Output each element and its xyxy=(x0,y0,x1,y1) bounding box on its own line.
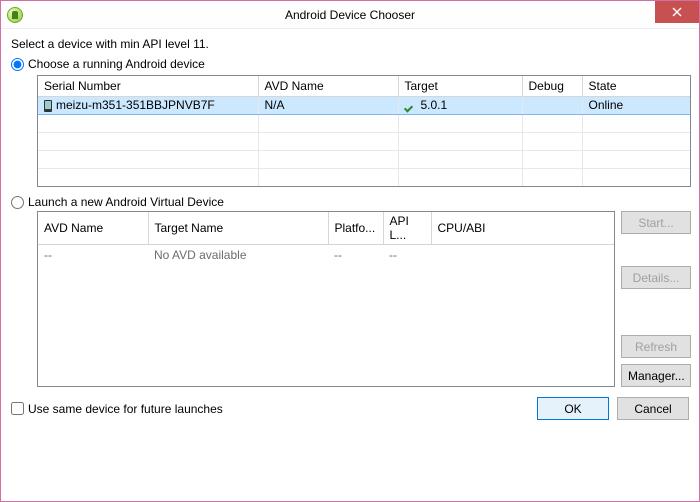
radio-launch-new-label: Launch a new Android Virtual Device xyxy=(28,195,224,209)
titlebar: Android Device Chooser xyxy=(1,1,699,29)
col-state[interactable]: State xyxy=(582,76,690,96)
radio-choose-running-input[interactable] xyxy=(11,58,24,71)
instruction-text: Select a device with min API level 11. xyxy=(11,37,691,51)
table-row[interactable] xyxy=(38,168,690,186)
avd-table-wrap: AVD Name Target Name Platfo... API L... … xyxy=(37,211,615,387)
table-row[interactable]: meizu-m351-351BBJPNVB7F N/A 5.0.1 Online xyxy=(38,96,690,114)
cell-avd: N/A xyxy=(258,96,398,114)
radio-choose-running[interactable]: Choose a running Android device xyxy=(11,57,691,71)
cell-target-name: No AVD available xyxy=(148,245,328,266)
use-same-device-input[interactable] xyxy=(11,402,24,415)
manager-button[interactable]: Manager... xyxy=(621,364,691,387)
table-row[interactable] xyxy=(38,132,690,150)
device-chooser-window: Android Device Chooser Select a device w… xyxy=(0,0,700,502)
start-button[interactable]: Start... xyxy=(621,211,691,234)
col-target-name[interactable]: Target Name xyxy=(148,212,328,245)
close-icon xyxy=(672,7,682,17)
check-icon xyxy=(405,101,417,111)
cell-serial: meizu-m351-351BBJPNVB7F xyxy=(38,96,258,114)
col-serial[interactable]: Serial Number xyxy=(38,76,258,96)
table-row[interactable]: -- No AVD available -- -- xyxy=(38,245,614,266)
details-button[interactable]: Details... xyxy=(621,266,691,289)
col-api-level[interactable]: API L... xyxy=(383,212,431,245)
cell-state: Online xyxy=(582,96,690,114)
window-title: Android Device Chooser xyxy=(1,8,699,22)
radio-launch-new[interactable]: Launch a new Android Virtual Device xyxy=(11,195,691,209)
radio-choose-running-label: Choose a running Android device xyxy=(28,57,205,71)
cell-api: -- xyxy=(383,245,431,266)
avd-table: AVD Name Target Name Platfo... API L... … xyxy=(38,212,614,265)
close-button[interactable] xyxy=(655,1,699,23)
running-devices-table-wrap: Serial Number AVD Name Target Debug Stat… xyxy=(37,75,691,187)
phone-icon xyxy=(44,100,52,112)
col-avd[interactable]: AVD Name xyxy=(258,76,398,96)
footer-buttons: OK Cancel xyxy=(537,397,689,420)
radio-launch-new-input[interactable] xyxy=(11,196,24,209)
dialog-footer: Use same device for future launches OK C… xyxy=(9,397,691,420)
table-row[interactable] xyxy=(38,150,690,168)
col-avd-name[interactable]: AVD Name xyxy=(38,212,148,245)
cell-serial-text: meizu-m351-351BBJPNVB7F xyxy=(56,98,215,112)
table-row[interactable] xyxy=(38,114,690,132)
android-app-icon xyxy=(7,7,23,23)
use-same-device-label: Use same device for future launches xyxy=(28,402,223,416)
cell-avd-name: -- xyxy=(38,245,148,266)
col-target[interactable]: Target xyxy=(398,76,522,96)
ok-button[interactable]: OK xyxy=(537,397,609,420)
avd-table-header-row: AVD Name Target Name Platfo... API L... … xyxy=(38,212,614,245)
cell-debug xyxy=(522,96,582,114)
cell-platform: -- xyxy=(328,245,383,266)
cancel-button[interactable]: Cancel xyxy=(617,397,689,420)
dialog-content: Select a device with min API level 11. C… xyxy=(1,29,699,501)
refresh-button[interactable]: Refresh xyxy=(621,335,691,358)
running-devices-table: Serial Number AVD Name Target Debug Stat… xyxy=(38,76,690,187)
cell-target-text: 5.0.1 xyxy=(421,98,448,112)
cell-target: 5.0.1 xyxy=(398,96,522,114)
col-platform[interactable]: Platfo... xyxy=(328,212,383,245)
col-cpu-abi[interactable]: CPU/ABI xyxy=(431,212,614,245)
running-table-header-row: Serial Number AVD Name Target Debug Stat… xyxy=(38,76,690,96)
avd-area: AVD Name Target Name Platfo... API L... … xyxy=(37,211,691,387)
use-same-device-checkbox[interactable]: Use same device for future launches xyxy=(11,402,223,416)
col-debug[interactable]: Debug xyxy=(522,76,582,96)
cell-cpu xyxy=(431,245,614,266)
avd-side-buttons: Start... Details... Refresh Manager... xyxy=(621,211,691,387)
